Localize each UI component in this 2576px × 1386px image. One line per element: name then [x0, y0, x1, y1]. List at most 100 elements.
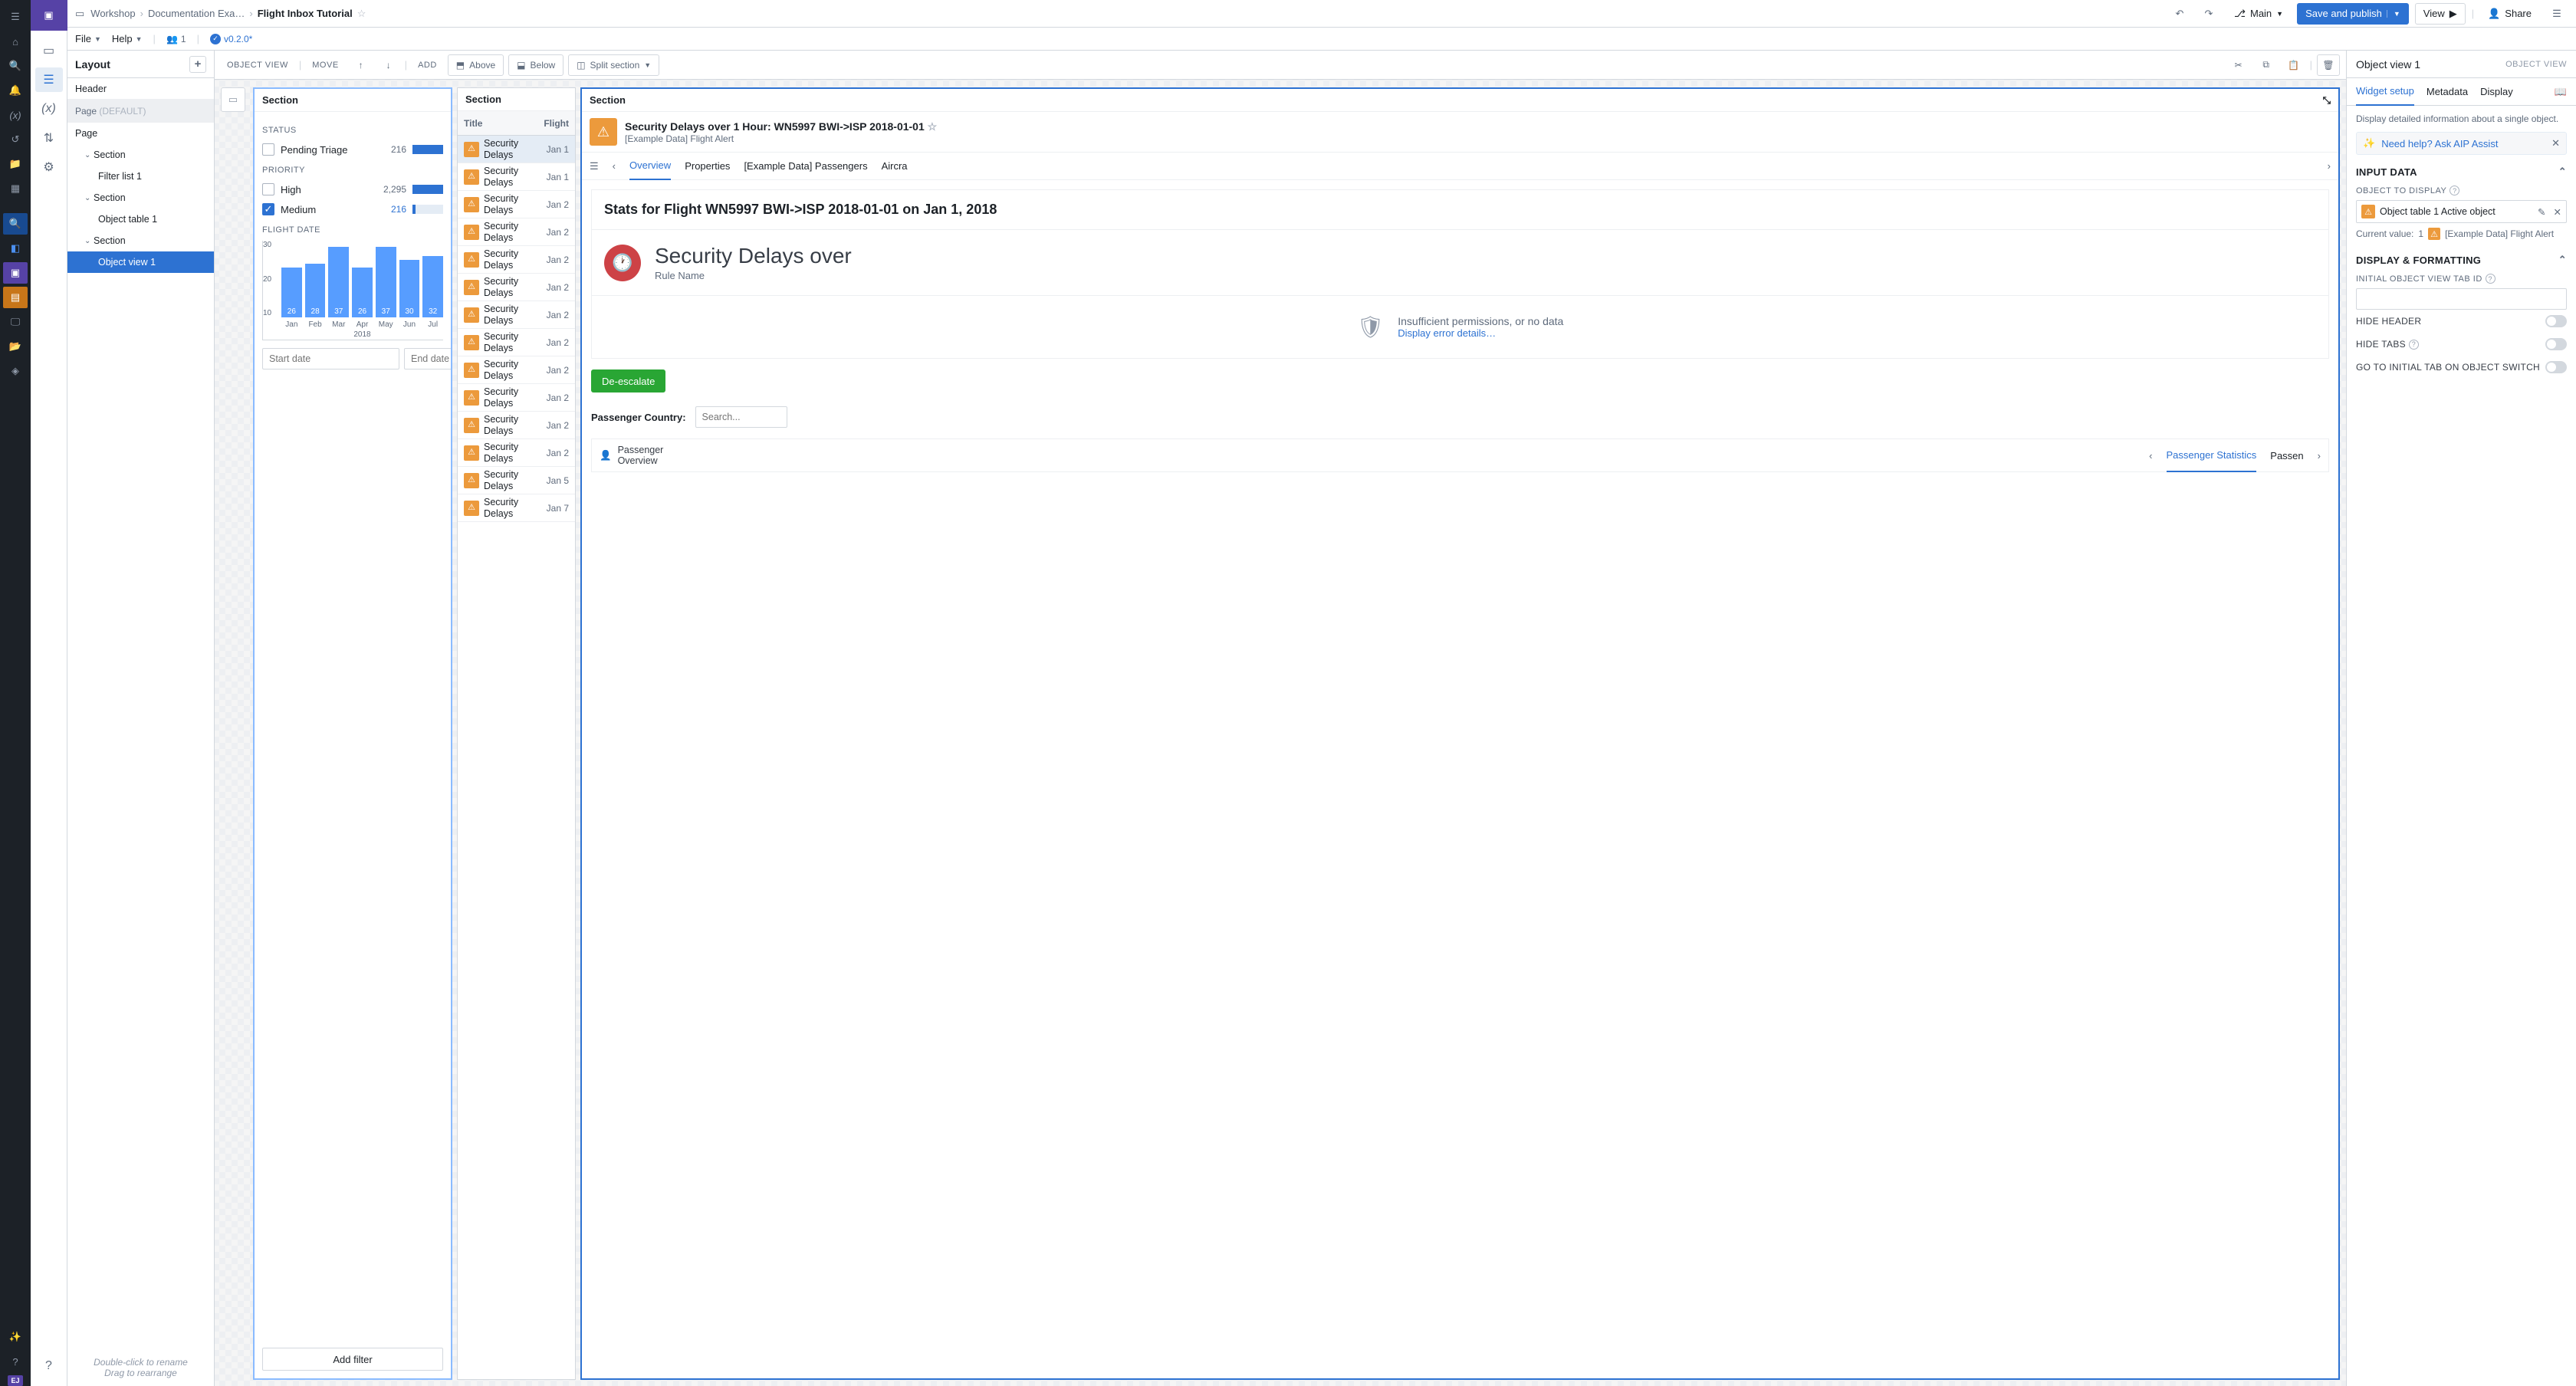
inspect-icon[interactable]: 🔍: [3, 213, 28, 235]
layout-row-obj-view[interactable]: Object view 1: [67, 251, 214, 273]
star-icon[interactable]: ☆: [357, 8, 366, 20]
checkbox[interactable]: [262, 183, 274, 195]
chevron-right-icon[interactable]: ›: [2318, 450, 2321, 461]
monitor-icon[interactable]: 🖵: [3, 311, 28, 333]
tool-var-icon[interactable]: (x): [35, 97, 63, 121]
tab-passengers[interactable]: [Example Data] Passengers: [744, 153, 867, 180]
layout-row-section3[interactable]: ⌄Section: [67, 230, 214, 251]
layout-row-obj-table[interactable]: Object table 1: [67, 209, 214, 230]
folder2-icon[interactable]: 📂: [3, 336, 28, 357]
branch-button[interactable]: ⎇ Main ▼: [2226, 3, 2291, 25]
package-icon[interactable]: ◈: [3, 360, 28, 382]
table-row[interactable]: ⚠Security DelaysJan 5: [458, 467, 575, 494]
tool-settings-icon[interactable]: ⚙: [35, 155, 63, 179]
start-date-input[interactable]: [262, 348, 399, 369]
input-data-section[interactable]: INPUT DATA⌃: [2356, 166, 2567, 178]
crumb-current[interactable]: Flight Inbox Tutorial: [258, 8, 353, 19]
layout-icon[interactable]: ▣: [3, 262, 28, 284]
checkbox-checked[interactable]: ✓: [262, 203, 274, 215]
tool-help-icon[interactable]: ?: [35, 1354, 63, 1378]
aip-assist-box[interactable]: ✨ Need help? Ask AIP Assist ✕: [2356, 132, 2567, 155]
menu-icon[interactable]: ☰: [590, 160, 599, 172]
table-row[interactable]: ⚠Security DelaysJan 2: [458, 439, 575, 467]
layout-row-page[interactable]: Page: [67, 123, 214, 144]
chevron-left-icon[interactable]: ‹: [2149, 450, 2152, 461]
init-tab-input[interactable]: [2356, 288, 2567, 310]
table-row[interactable]: ⚠Security DelaysJan 2: [458, 218, 575, 246]
perm-link[interactable]: Display error details…: [1398, 327, 1563, 339]
preview-icon[interactable]: ▭: [221, 87, 245, 112]
table-row[interactable]: ⚠Security DelaysJan 2: [458, 384, 575, 412]
delete-button[interactable]: 🗑: [2317, 54, 2340, 76]
star-icon[interactable]: ☆: [928, 120, 938, 133]
layout-row-section2[interactable]: ⌄Section: [67, 187, 214, 209]
menu-file[interactable]: File ▼: [75, 33, 101, 44]
version-tag[interactable]: ✓ v0.2.0*: [210, 34, 252, 44]
layout-row-header[interactable]: Header: [67, 78, 214, 100]
cube-icon[interactable]: ◧: [3, 238, 28, 259]
folder-icon[interactable]: 📁: [3, 153, 28, 175]
var-icon[interactable]: (x): [3, 104, 28, 126]
checkbox[interactable]: [262, 143, 274, 156]
layout-row-page-default[interactable]: Page (DEFAULT): [67, 100, 214, 123]
split-section-button[interactable]: ◫Split section ▼: [568, 54, 659, 76]
grid-icon[interactable]: ▦: [3, 178, 28, 199]
chevron-right-icon[interactable]: ›: [2328, 160, 2331, 172]
copy-button[interactable]: ⧉: [2255, 54, 2278, 76]
docs-icon[interactable]: 📖: [2555, 86, 2567, 98]
collapse-icon[interactable]: ⤡: [2323, 94, 2331, 107]
deescalate-button[interactable]: De-escalate: [591, 369, 665, 392]
filter-status-row[interactable]: Pending Triage 216: [262, 140, 443, 159]
filter-medium-row[interactable]: ✓ Medium 216: [262, 199, 443, 219]
tool-sort-icon[interactable]: ⇅: [35, 126, 63, 150]
table-row[interactable]: ⚠Security DelaysJan 2: [458, 356, 575, 384]
tool-layers-icon[interactable]: ☰: [35, 67, 63, 92]
view-button[interactable]: View ▶: [2415, 3, 2466, 25]
crumb-folder[interactable]: Documentation Exa…: [148, 8, 245, 19]
chevron-left-icon[interactable]: ‹: [613, 160, 616, 172]
close-icon[interactable]: ✕: [2551, 137, 2560, 149]
crumb-workshop[interactable]: Workshop: [90, 8, 135, 19]
sparkle-icon[interactable]: ✨: [3, 1326, 28, 1348]
passenger-search-input[interactable]: [695, 406, 787, 428]
tab-aircraft[interactable]: Aircra: [882, 153, 908, 180]
table-row[interactable]: ⚠Security DelaysJan 1: [458, 163, 575, 191]
help-icon[interactable]: ?: [3, 1351, 28, 1372]
edit-icon[interactable]: ✎: [2538, 206, 2545, 218]
tab-display[interactable]: Display: [2480, 78, 2513, 106]
add-above-button[interactable]: ⬒Above: [448, 54, 504, 76]
display-fmt-section[interactable]: DISPLAY & FORMATTING⌃: [2356, 254, 2567, 266]
end-date-input[interactable]: [404, 348, 451, 369]
table-row[interactable]: ⚠Security DelaysJan 2: [458, 329, 575, 356]
tab-passen[interactable]: Passen: [2270, 450, 2303, 461]
filter-high-row[interactable]: High 2,295: [262, 179, 443, 199]
layout-row-filter[interactable]: Filter list 1: [67, 166, 214, 187]
table-row[interactable]: ⚠Security DelaysJan 2: [458, 412, 575, 439]
menu-icon[interactable]: ☰: [3, 6, 28, 28]
move-down-button[interactable]: ↓: [377, 54, 400, 76]
redo-icon[interactable]: ↷: [2197, 3, 2220, 25]
cut-button[interactable]: ✂: [2227, 54, 2250, 76]
move-up-button[interactable]: ↑: [350, 54, 373, 76]
bell-icon[interactable]: 🔔: [3, 80, 28, 101]
list-icon[interactable]: ☰: [2545, 3, 2568, 25]
hide-tabs-toggle[interactable]: [2545, 338, 2567, 350]
table-row[interactable]: ⚠Security DelaysJan 1: [458, 136, 575, 163]
table-row[interactable]: ⚠Security DelaysJan 7: [458, 494, 575, 522]
add-filter-button[interactable]: Add filter: [262, 1348, 443, 1371]
menu-help[interactable]: Help ▼: [112, 33, 143, 44]
close-icon[interactable]: ✕: [2554, 206, 2561, 218]
layout-row-section1[interactable]: ⌄Section: [67, 144, 214, 166]
tab-properties[interactable]: Properties: [685, 153, 730, 180]
add-layout-button[interactable]: +: [189, 56, 206, 73]
clipboard-button[interactable]: 📋: [2282, 54, 2305, 76]
table-row[interactable]: ⚠Security DelaysJan 2: [458, 191, 575, 218]
table-row[interactable]: ⚠Security DelaysJan 2: [458, 301, 575, 329]
user-badge[interactable]: EJ: [8, 1375, 22, 1386]
add-below-button[interactable]: ⬓Below: [508, 54, 564, 76]
orange-icon[interactable]: ▤: [3, 287, 28, 308]
table-row[interactable]: ⚠Security DelaysJan 2: [458, 274, 575, 301]
tab-widget-setup[interactable]: Widget setup: [2356, 78, 2414, 106]
tab-overview[interactable]: Overview: [629, 153, 671, 180]
tool-page-icon[interactable]: ▭: [35, 38, 63, 63]
